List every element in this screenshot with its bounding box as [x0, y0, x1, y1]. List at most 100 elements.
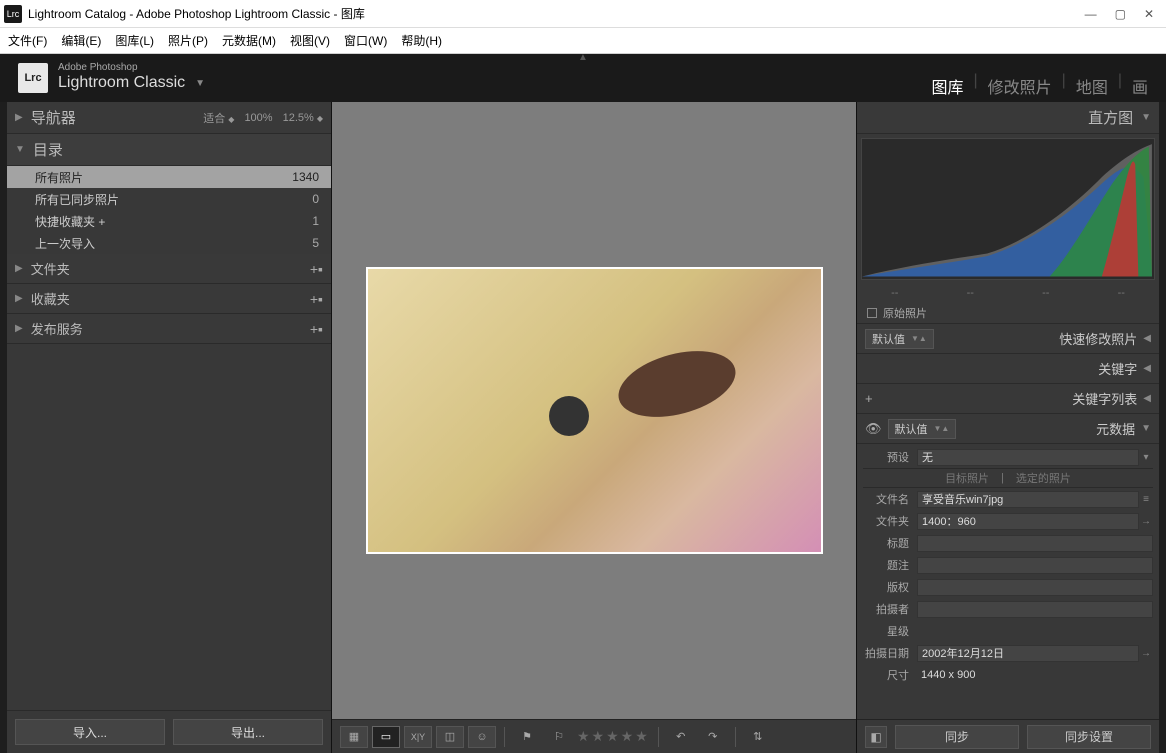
catalog-item-quick[interactable]: 快捷收藏夹 +1: [7, 210, 331, 232]
preset-dropdown[interactable]: 无: [917, 449, 1139, 466]
meta-action-icon[interactable]: →: [1139, 648, 1153, 659]
menu-file[interactable]: 文件(F): [8, 32, 47, 49]
publish-header[interactable]: ▶ 发布服务 +▪: [7, 314, 331, 344]
catalog-title: 目录: [33, 139, 323, 160]
menu-edit[interactable]: 编辑(E): [61, 32, 101, 49]
zoom-fit[interactable]: 适合 ◆: [203, 110, 234, 126]
sync-button[interactable]: 同步: [895, 725, 1019, 749]
metadata-header[interactable]: 👁 默认值▼▲ 元数据 ▼: [857, 414, 1159, 444]
quick-develop-title: 快速修改照片: [1059, 329, 1137, 348]
meta-row-4: 版权: [863, 576, 1153, 598]
maximize-button[interactable]: ▢: [1115, 7, 1126, 21]
meta-value-input[interactable]: 享受音乐win7jpg: [917, 491, 1139, 508]
rotate-ccw-icon[interactable]: ↶: [667, 726, 695, 748]
rating-stars[interactable]: ★★★★★: [577, 728, 650, 745]
logo-icon: Lrc: [18, 63, 48, 93]
tab-selected[interactable]: 选定的照片: [1016, 470, 1071, 486]
menu-library[interactable]: 图库(L): [115, 32, 154, 49]
meta-value-input[interactable]: [917, 623, 1153, 640]
catalog-header[interactable]: ▼ 目录: [7, 134, 331, 166]
center-toolbar: ▦ ▭ X|Y ◫ ☺ ⚑ ⚐ ★★★★★ ↶ ↷ ⇅: [332, 719, 856, 753]
meta-row-7: 拍摄日期2002年12月12日→: [863, 642, 1153, 664]
meta-value-input[interactable]: [917, 601, 1153, 618]
original-photo-check[interactable]: 原始照片: [857, 302, 1159, 324]
import-button[interactable]: 导入...: [15, 719, 165, 745]
meta-row-5: 拍摄者: [863, 598, 1153, 620]
chevron-down-icon: ▼: [1141, 112, 1151, 123]
quick-preset-dropdown[interactable]: 默认值▼▲: [865, 329, 934, 349]
meta-value-input[interactable]: [917, 579, 1153, 596]
preset-label: 预设: [863, 449, 917, 465]
meta-value-input[interactable]: 1440 x 900: [917, 667, 1153, 684]
slideshow-icon[interactable]: ⇅: [744, 726, 772, 748]
zoom-100[interactable]: 100%: [244, 112, 272, 124]
menu-view[interactable]: 视图(V): [290, 32, 330, 49]
checkbox-icon[interactable]: [867, 308, 877, 318]
menu-window[interactable]: 窗口(W): [344, 32, 387, 49]
meta-value-input[interactable]: 1400：960: [917, 513, 1139, 530]
dropdown-icon[interactable]: ▾: [1139, 452, 1153, 463]
loupe-view-icon[interactable]: ▭: [372, 726, 400, 748]
flag-pick-icon[interactable]: ⚑: [513, 726, 541, 748]
meta-value-input[interactable]: [917, 557, 1153, 574]
module-library[interactable]: 图库: [923, 72, 971, 100]
people-view-icon[interactable]: ☺: [468, 726, 496, 748]
close-button[interactable]: ✕: [1144, 7, 1154, 21]
menu-metadata[interactable]: 元数据(M): [222, 32, 276, 49]
module-map[interactable]: 地图: [1068, 72, 1116, 100]
meta-action-icon[interactable]: →: [1139, 516, 1153, 527]
catalog-item-lastimport[interactable]: 上一次导入5: [7, 232, 331, 254]
meta-value-input[interactable]: [917, 535, 1153, 552]
add-folder-icon[interactable]: +▪: [310, 261, 323, 277]
survey-view-icon[interactable]: ◫: [436, 726, 464, 748]
zoom-custom[interactable]: 12.5% ◆: [283, 112, 323, 124]
collections-title: 收藏夹: [31, 289, 310, 308]
meta-label: 版权: [863, 579, 917, 595]
catalog-item-synced[interactable]: 所有已同步照片0: [7, 188, 331, 210]
left-edge[interactable]: [0, 102, 7, 753]
right-edge[interactable]: [1159, 102, 1166, 753]
tab-target[interactable]: 目标照片: [945, 470, 989, 486]
identity-plate: Lrc Adobe Photoshop Lightroom Classic ▼ …: [0, 54, 1166, 102]
menu-help[interactable]: 帮助(H): [401, 32, 442, 49]
histogram-header[interactable]: 直方图 ▼: [857, 102, 1159, 134]
meta-label: 拍摄者: [863, 601, 917, 617]
catalog-item-all[interactable]: 所有照片1340: [7, 166, 331, 188]
add-publish-icon[interactable]: +▪: [310, 321, 323, 337]
module-develop[interactable]: 修改照片: [980, 72, 1060, 100]
add-collection-icon[interactable]: +▪: [310, 291, 323, 307]
compare-view-icon[interactable]: X|Y: [404, 726, 432, 748]
flag-reject-icon[interactable]: ⚐: [545, 726, 573, 748]
navigator-header[interactable]: ▶ 导航器 适合 ◆ 100% 12.5% ◆: [7, 102, 331, 134]
folders-header[interactable]: ▶ 文件夹 +▪: [7, 254, 331, 284]
keywords-title: 关键字: [1098, 359, 1137, 378]
collapse-top-icon[interactable]: ▲: [578, 52, 588, 63]
menu-photo[interactable]: 照片(P): [168, 32, 208, 49]
keywords-header[interactable]: 关键字 ◀: [857, 354, 1159, 384]
meta-action-icon[interactable]: ≡: [1139, 494, 1153, 505]
left-panel: ▶ 导航器 适合 ◆ 100% 12.5% ◆ ▼ 目录 所有照片1340 所有…: [7, 102, 332, 753]
brand-dropdown-icon[interactable]: ▼: [195, 78, 205, 89]
plus-icon[interactable]: +: [865, 391, 873, 406]
module-book[interactable]: 画: [1124, 72, 1156, 100]
collections-header[interactable]: ▶ 收藏夹 +▪: [7, 284, 331, 314]
quick-develop-header[interactable]: 默认值▼▲ 快速修改照片 ◀: [857, 324, 1159, 354]
image-canvas[interactable]: [332, 102, 856, 719]
meta-label: 星级: [863, 623, 917, 639]
eye-icon[interactable]: 👁: [865, 421, 882, 437]
histogram[interactable]: [861, 138, 1155, 280]
keyword-list-header[interactable]: + 关键字列表 ◀: [857, 384, 1159, 414]
sync-settings-button[interactable]: 同步设置: [1027, 725, 1151, 749]
meta-label: 文件名: [863, 491, 917, 507]
metadata-view-dropdown[interactable]: 默认值▼▲: [888, 419, 957, 439]
export-button[interactable]: 导出...: [173, 719, 323, 745]
sync-lock-icon[interactable]: ◧: [865, 726, 887, 748]
minimize-button[interactable]: ―: [1085, 7, 1097, 21]
meta-value-input[interactable]: 2002年12月12日: [917, 645, 1139, 662]
right-bottom-bar: ◧ 同步 同步设置: [857, 719, 1159, 753]
photo-preview[interactable]: [366, 267, 823, 554]
grid-view-icon[interactable]: ▦: [340, 726, 368, 748]
metadata-body: 预设 无 ▾ 目标照片 | 选定的照片 文件名享受音乐win7jpg≡文件夹14…: [857, 444, 1159, 688]
rotate-cw-icon[interactable]: ↷: [699, 726, 727, 748]
chevron-down-icon: ▼: [1141, 423, 1151, 434]
